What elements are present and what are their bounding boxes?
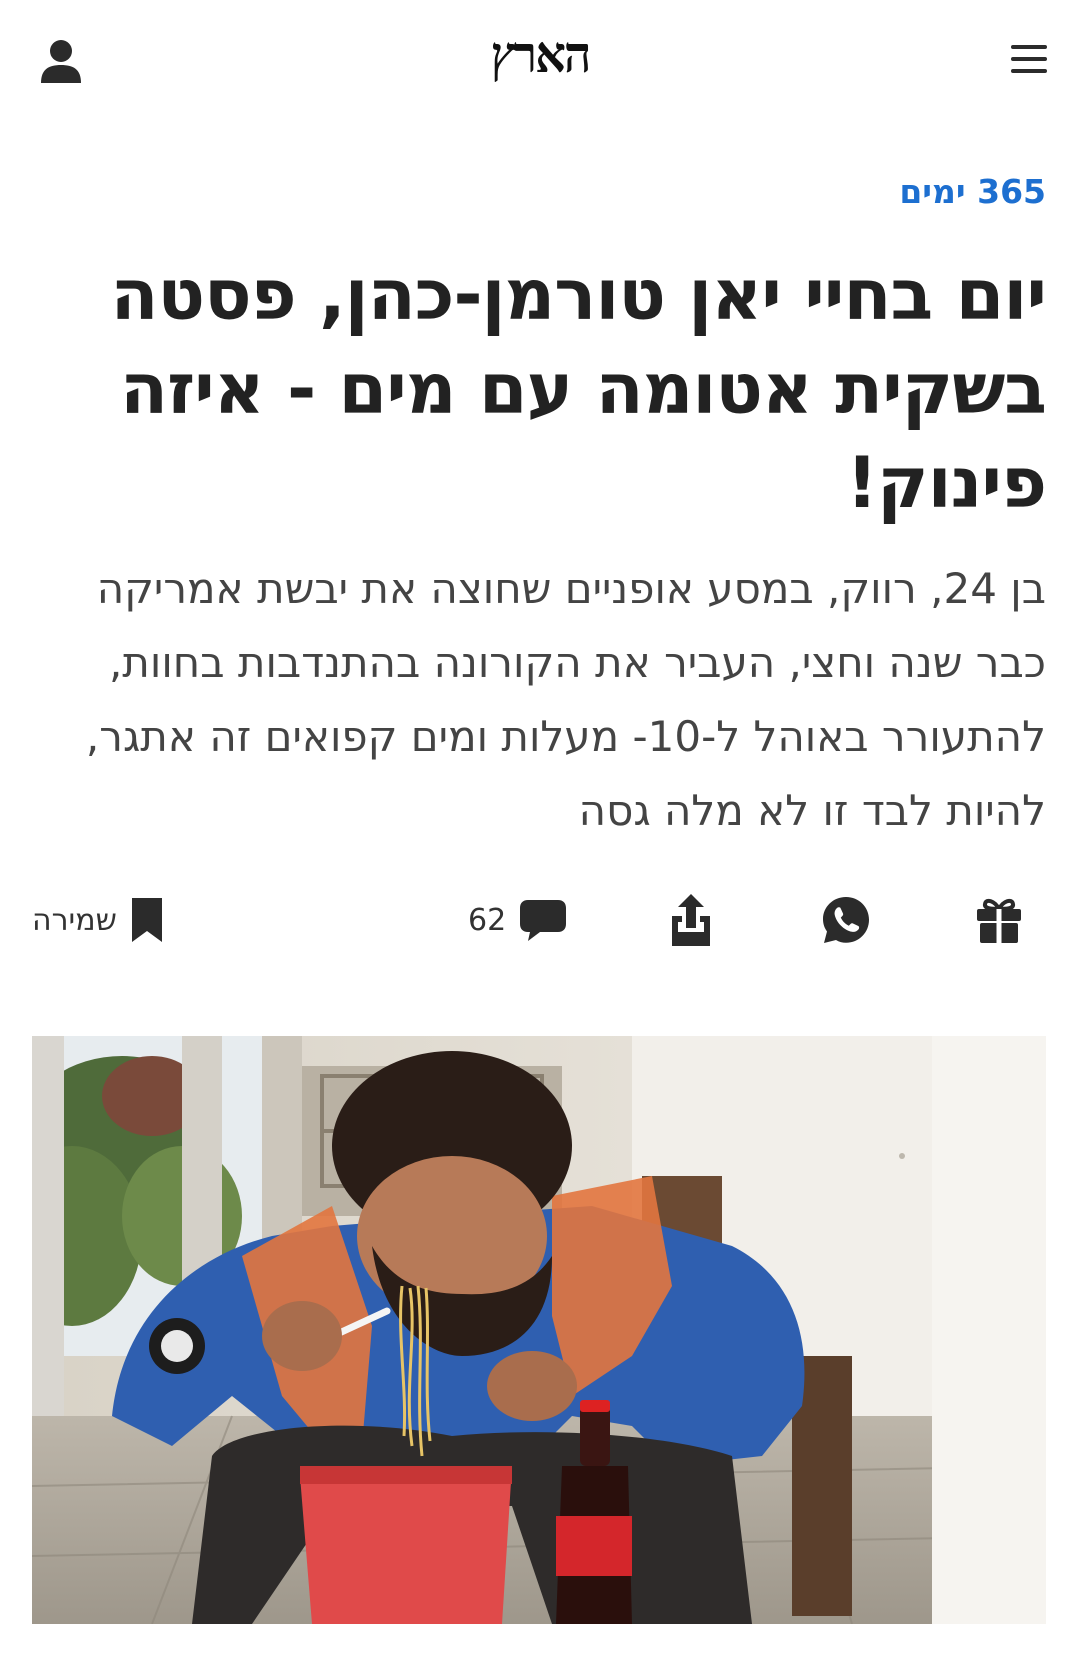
whatsapp-icon (823, 897, 869, 943)
share-icon (672, 894, 710, 946)
user-account-button[interactable] (36, 36, 86, 86)
site-logo[interactable]: הארץ (460, 28, 620, 82)
comment-icon (520, 900, 567, 941)
whatsapp-share-button[interactable] (820, 890, 872, 950)
article-actions-bar: שמירה 62 (0, 880, 1080, 970)
comments-button[interactable]: 62 (468, 890, 568, 950)
bookmark-icon (131, 898, 162, 942)
save-label: שמירה (32, 902, 117, 938)
share-button[interactable] (666, 890, 716, 950)
article-header: 365 ימים יום בחיי יאן טורמן-כהן, פסטה בש… (32, 160, 1047, 848)
comments-count: 62 (468, 902, 507, 938)
top-bar: הארץ (0, 0, 1080, 120)
logo-text: הארץ (490, 25, 591, 85)
save-button[interactable]: שמירה (32, 890, 165, 950)
article-subtitle: בן 24, רווק, במסע אופניים שחוצה את יבשת … (85, 564, 1046, 835)
gift-icon (977, 898, 1021, 943)
article-headline: יום בחיי יאן טורמן-כהן, פסטה בשקית אטומה… (110, 254, 1047, 524)
article-hero-photo[interactable] (32, 1036, 1046, 1624)
gift-article-button[interactable] (974, 890, 1024, 950)
section-kicker-link[interactable]: 365 ימים (32, 160, 1046, 224)
menu-button[interactable] (1004, 34, 1054, 84)
user-icon (41, 40, 81, 83)
hamburger-menu-icon (1011, 45, 1047, 73)
hero-photo-illustration (32, 1036, 1046, 1624)
